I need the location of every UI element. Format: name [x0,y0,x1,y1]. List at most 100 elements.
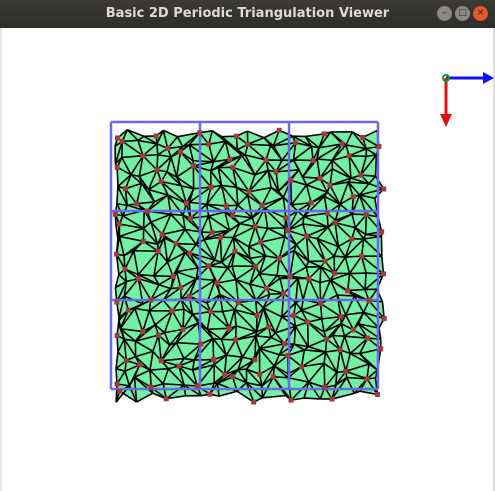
vertex-marker [178,285,184,291]
vertex-marker [140,329,146,335]
vertex-marker [169,308,175,314]
vertex-marker [343,368,349,374]
triangle-edge [306,322,310,347]
vertex-marker [246,189,252,195]
triangle-edge [337,294,355,297]
vertex-marker [117,388,123,394]
vertex-marker [345,288,351,294]
triangle-edge [156,143,159,155]
vertex-marker [223,203,229,209]
vertex-marker [259,202,265,208]
vertex-marker [197,130,203,136]
vertex-marker [140,238,146,244]
triangle-edge [364,272,367,290]
vertex-marker [214,280,220,286]
vertex-marker [252,224,258,230]
vertex-marker [337,347,343,353]
vertex-marker [206,263,212,269]
triangle-edge [334,255,346,258]
vertex-marker [324,336,330,342]
vertex-marker [305,319,311,325]
vertex-marker [211,357,217,363]
vertex-marker [322,258,328,264]
vertex-marker [217,234,223,240]
vertex-marker [332,270,338,276]
vertex-marker [232,248,238,254]
triangle-edge [247,143,271,147]
vertex-marker [183,200,189,206]
vertex-marker [206,141,212,147]
vertex-marker [137,362,143,368]
triangle-edge [332,334,345,337]
vertex-marker [251,399,257,405]
vertex-marker [253,263,259,269]
vertex-marker [266,324,272,330]
triangle-edge [116,186,119,204]
vertex-marker [233,133,239,139]
vertex-marker [226,325,232,331]
vertex-marker [153,133,159,139]
vertex-marker [321,131,327,137]
vertex-marker [358,172,364,178]
vertex-marker [365,335,371,341]
vertex-marker [198,341,204,347]
triangle-edge [207,327,230,331]
axes-icon[interactable] [440,72,494,127]
vertex-marker [288,177,294,183]
triangle-edge [349,272,367,275]
vertex-marker [310,157,316,163]
vertex-marker [186,293,192,299]
vertex-marker [148,384,154,390]
vertex-marker [148,297,154,303]
vertex-marker [276,127,282,133]
vertex-marker [254,313,260,319]
vertex-marker [364,376,370,382]
vertex-marker [165,145,171,151]
vertex-marker [263,157,269,163]
vertex-marker [187,215,193,221]
vertex-marker [381,316,387,322]
vertex-marker [360,134,366,140]
vertex-marker [293,140,299,146]
vertex-marker [114,381,120,387]
vertex-marker [322,384,328,390]
vertex-marker [187,250,193,256]
vertex-marker [135,276,141,282]
vertex-marker [304,233,310,239]
vertex-marker [207,391,213,397]
vertex-marker [339,141,345,147]
vertex-marker [208,184,214,190]
triangle-edge [366,272,384,275]
vertex-marker [317,175,323,181]
vertex-marker [338,314,344,320]
vertex-marker [349,236,355,242]
vertex-marker [273,169,279,175]
vertex-marker [374,392,380,398]
vertex-marker [144,208,150,214]
vertex-marker [114,333,120,339]
triangle-edge [182,309,185,330]
vertex-marker [376,143,382,149]
vertex-marker [350,194,356,200]
vertex-marker [222,371,228,377]
y-axis-arrowhead [440,114,452,127]
vertex-marker [257,371,263,377]
vertex-marker [363,212,369,218]
vertex-marker [156,332,162,338]
vertex-marker [208,309,214,315]
vertex-marker [282,341,288,347]
vertex-marker [329,396,335,402]
triangle-edge [153,274,174,278]
triangulation-view[interactable] [0,0,495,491]
vertex-marker [227,156,233,162]
vertex-marker [378,346,384,352]
vertex-marker [359,253,365,259]
vertex-marker [194,383,200,389]
vertex-marker [114,164,120,170]
vertex-marker [245,141,251,147]
vertex-marker [318,301,324,307]
vertex-marker [287,273,293,279]
vertex-marker [163,396,169,402]
vertex-marker [283,215,289,221]
vertex-marker [116,221,122,227]
